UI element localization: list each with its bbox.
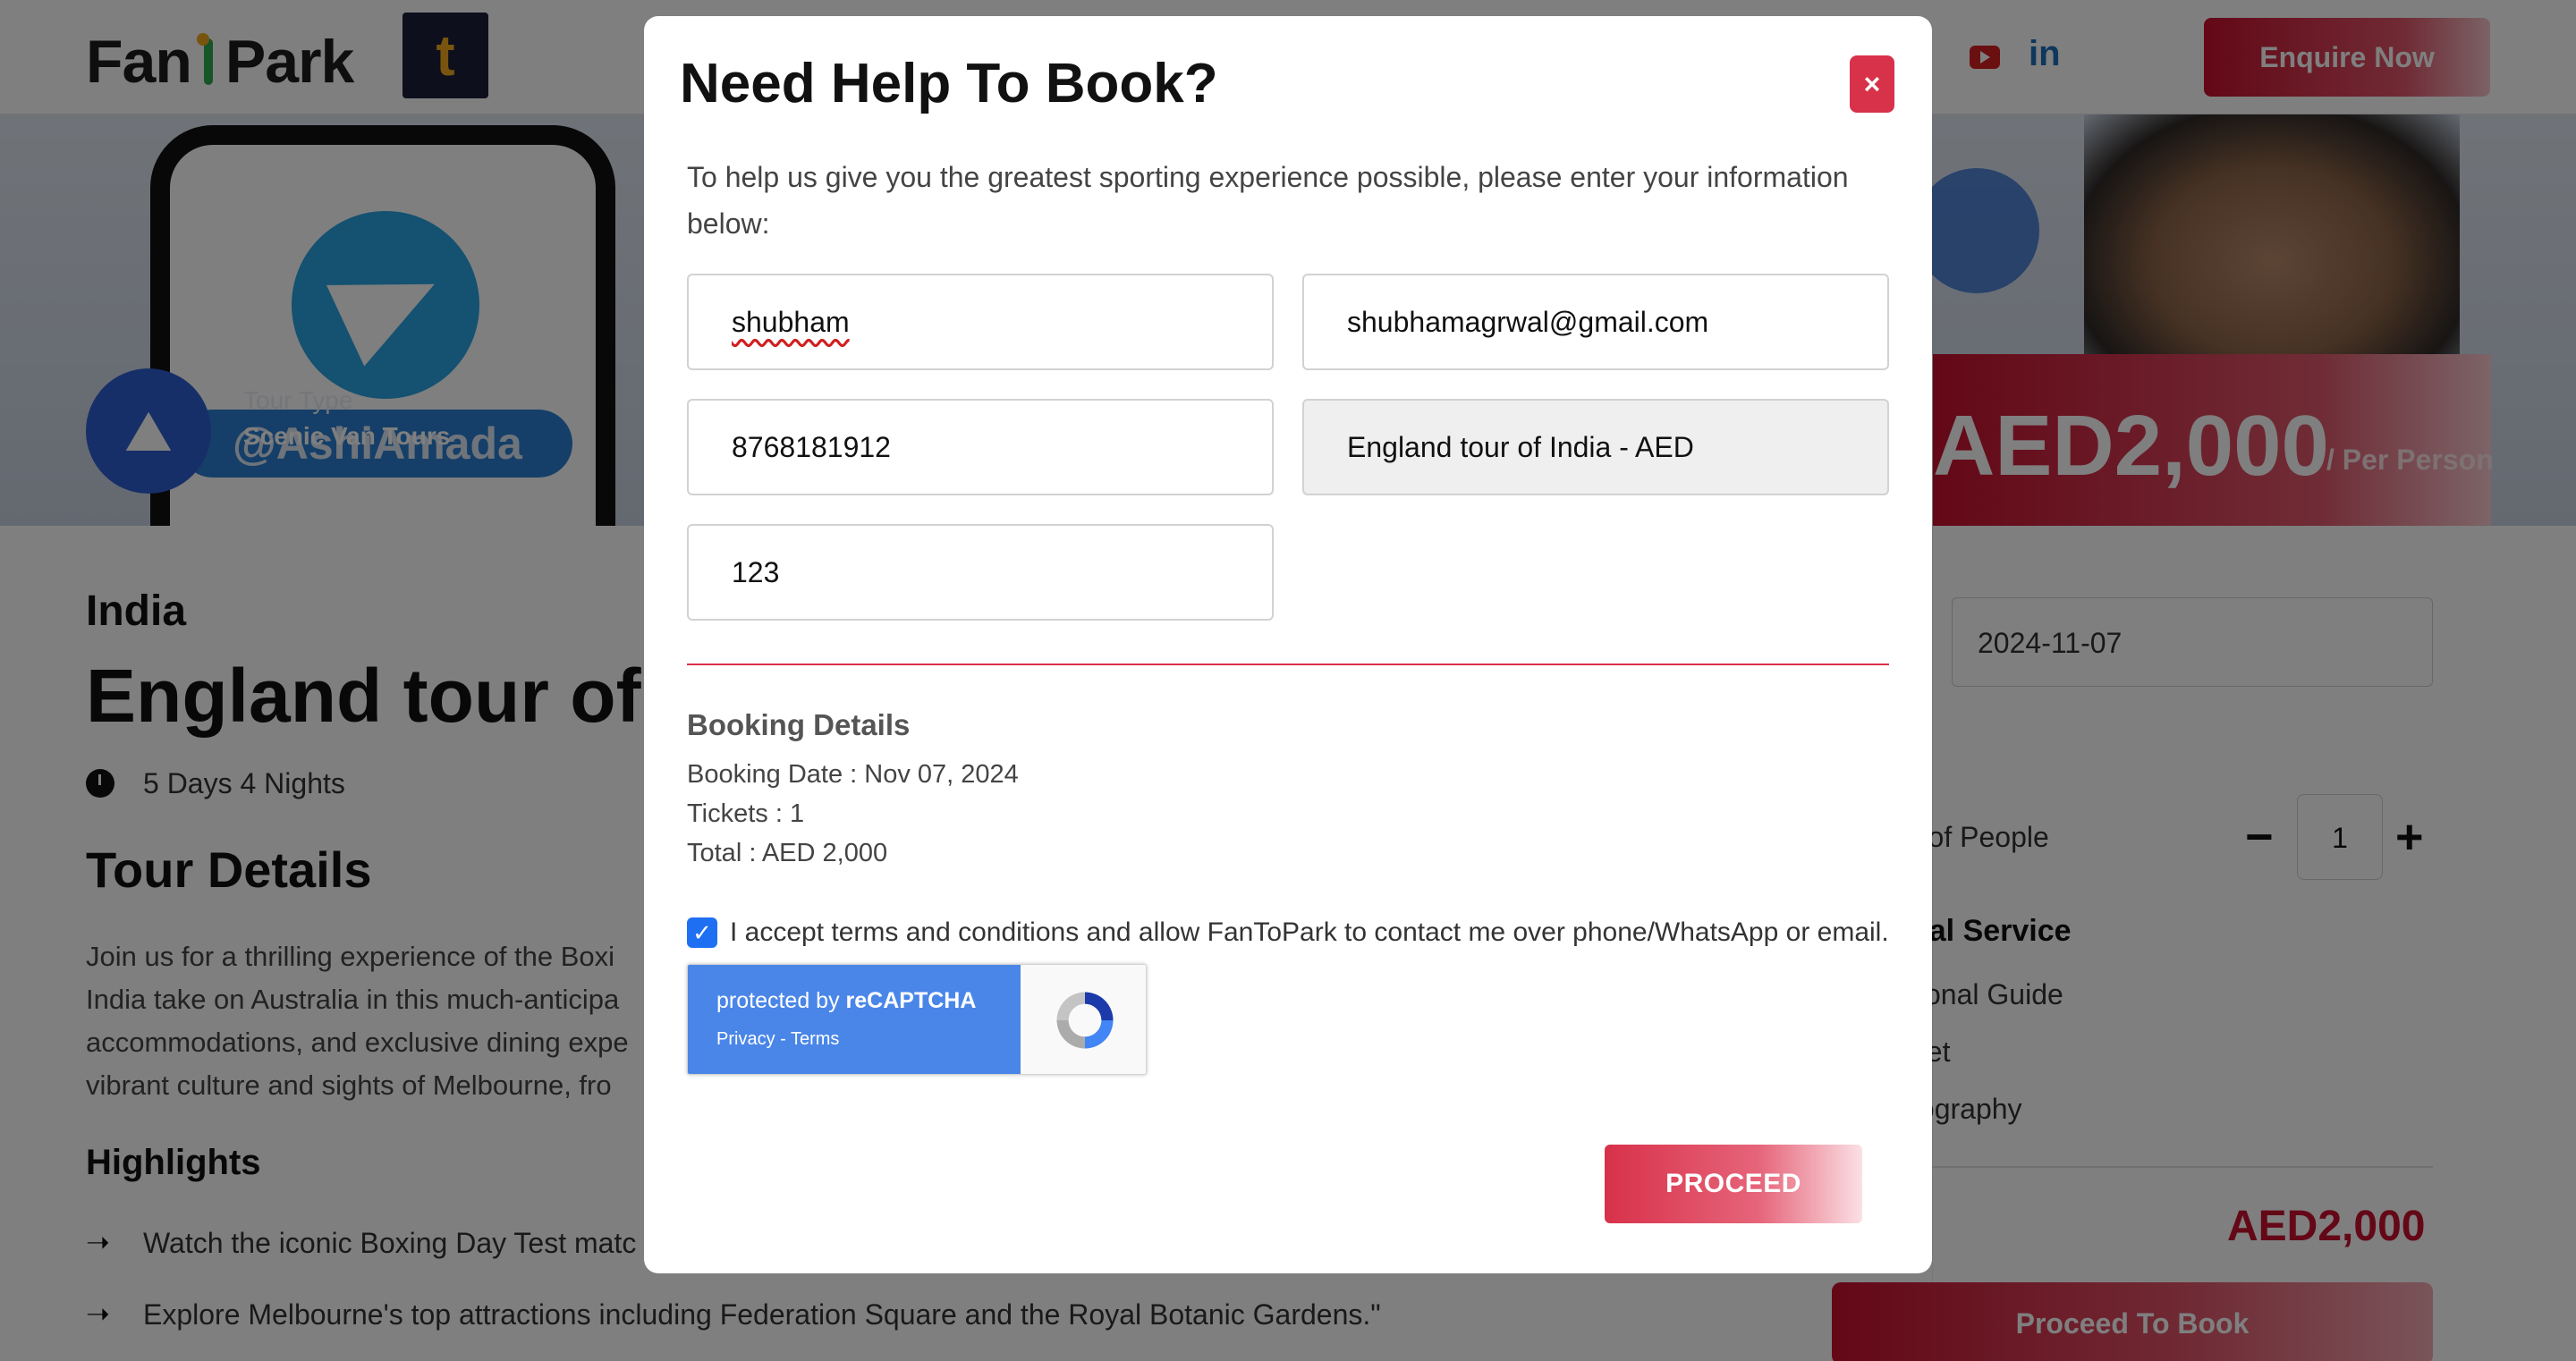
recaptcha-brand: reCAPTCHA [845,988,977,1013]
total-text: Total : AED 2,000 [687,839,888,867]
modal-divider [687,664,1889,665]
recaptcha-panel: protected by reCAPTCHA Privacy - Terms [688,965,1021,1074]
recaptcha-logo-icon [1056,992,1114,1049]
booking-details-title: Booking Details [687,708,911,741]
close-icon[interactable]: × [1850,55,1894,113]
booking-help-modal: Need Help To Book? × To help us give you… [644,16,1932,1273]
phone-field-value: 8768181912 [732,431,891,463]
tour-field-value: England tour of India - AED [1347,431,1694,463]
recaptcha-links[interactable]: Privacy - Terms [716,1029,839,1050]
terms-text[interactable]: I accept terms and conditions and allow … [730,917,1889,948]
name-field-value: shubham [732,306,850,338]
name-field[interactable]: shubham [687,274,1274,370]
recaptcha-caption: protected by reCAPTCHA [716,988,976,1014]
modal-title: Need Help To Book? [680,53,1218,114]
email-field-value: shubhamagrwal@gmail.com [1347,306,1709,338]
terms-row: ✓ I accept terms and conditions and allo… [687,917,1889,948]
tickets-text: Tickets : 1 [687,799,805,828]
proceed-button[interactable]: PROCEED [1605,1145,1862,1223]
modal-intro-text: To help us give you the greatest sportin… [687,161,1849,240]
phone-field[interactable]: 8768181912 [687,399,1274,495]
recaptcha-prefix: protected by [716,988,846,1013]
booking-date-text: Booking Date : Nov 07, 2024 [687,760,1019,789]
extra-field-value: 123 [732,556,780,588]
tour-field: England tour of India - AED [1302,399,1889,495]
recaptcha-badge[interactable]: protected by reCAPTCHA Privacy - Terms [687,964,1147,1075]
email-field[interactable]: shubhamagrwal@gmail.com [1302,274,1889,370]
extra-field[interactable]: 123 [687,524,1274,621]
checkbox-checked-icon[interactable]: ✓ [687,917,717,948]
